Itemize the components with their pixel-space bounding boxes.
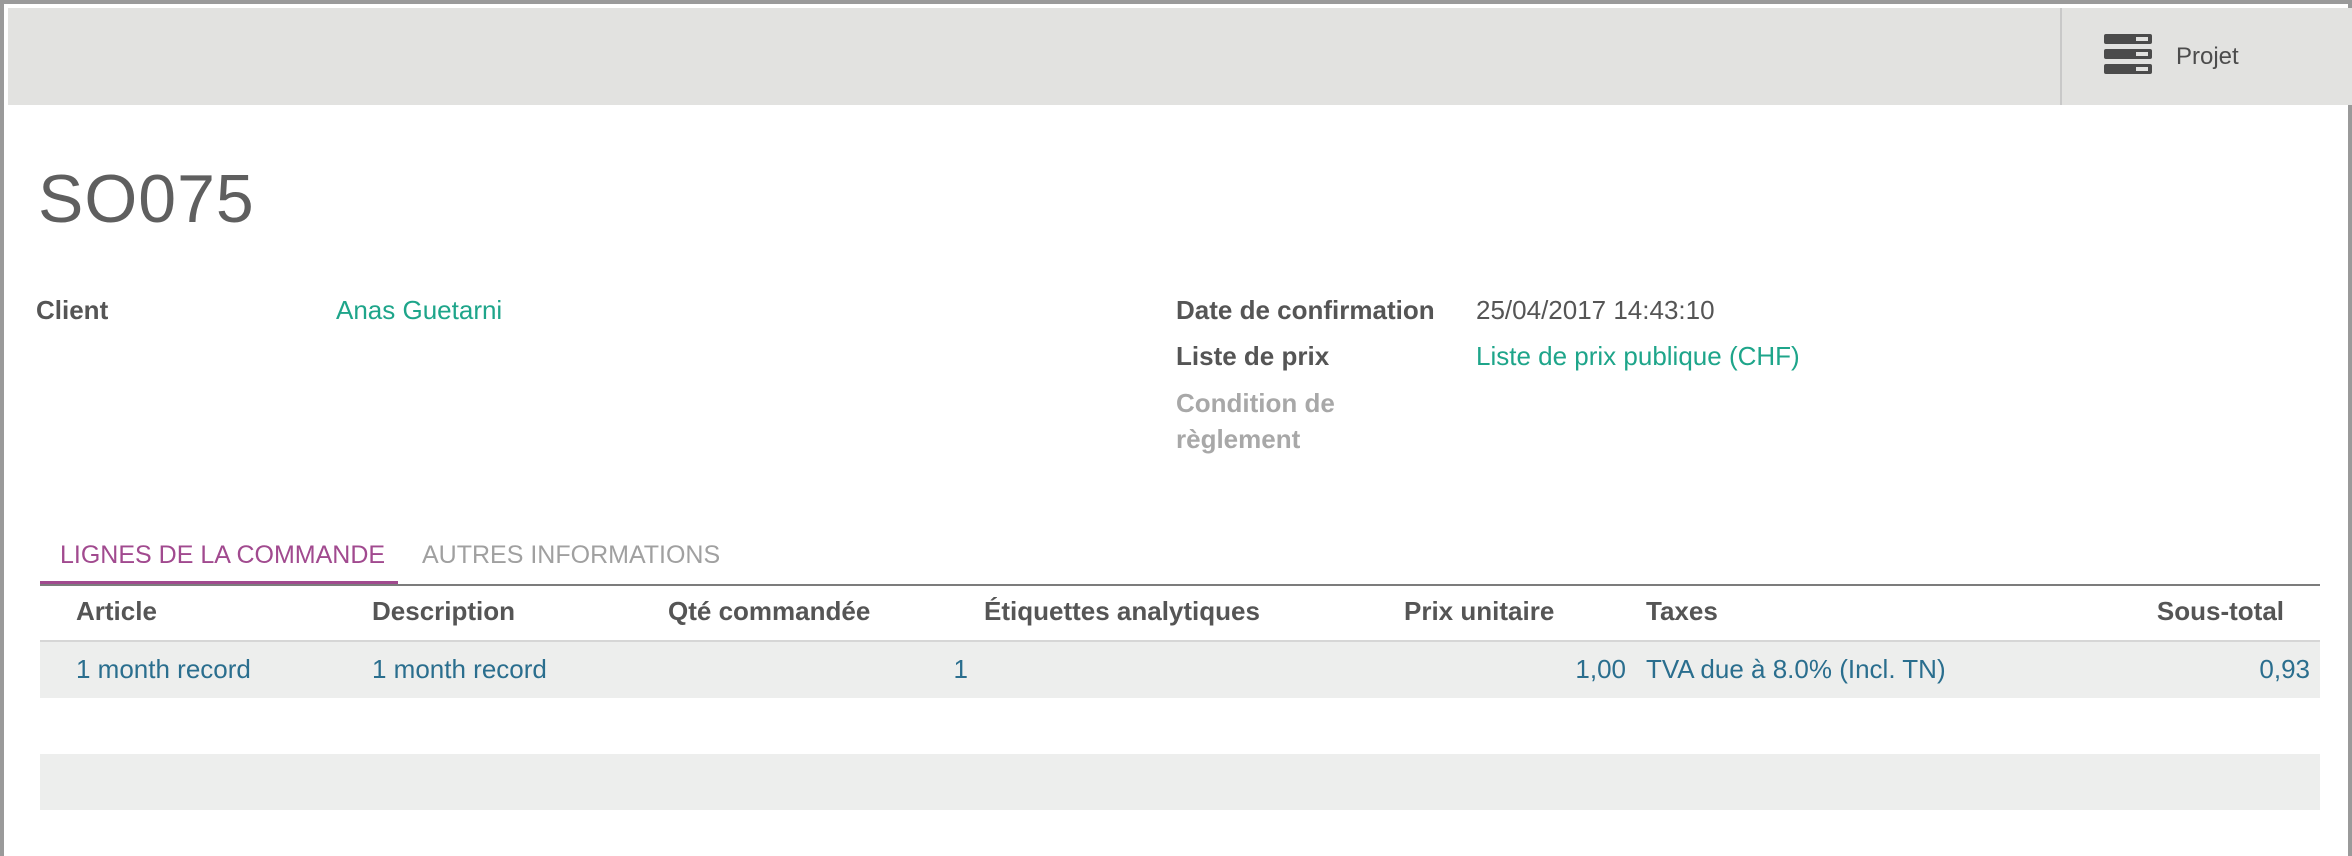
column-header-subtotal[interactable]: Sous-total [2157,596,2284,627]
table-row[interactable]: 1 month record 1 month record 1 1,00 TVA… [40,642,2320,698]
payment-terms-label-line1: Condition de [1176,388,1335,418]
column-header-description[interactable]: Description [372,596,515,627]
client-link[interactable]: Anas Guetarni [336,292,502,328]
table-header: Article Description Qté commandée Étique… [40,586,2320,642]
cell-article: 1 month record [76,654,251,684]
column-header-article[interactable]: Article [76,596,157,627]
confirmation-date-label: Date de confirmation [1176,295,1435,325]
pricelist-label: Liste de prix [1176,341,1330,371]
column-header-taxes[interactable]: Taxes [1646,596,1718,627]
project-smart-button[interactable]: Projet [2060,8,2352,105]
cell-unit-price: 1,00 [1575,654,1626,684]
column-header-quantity[interactable]: Qté commandée [668,596,870,627]
form-view: Projet SO075 Client Anas Guetarni Date d… [0,0,2352,856]
order-lines-table: Article Description Qté commandée Étique… [40,586,2320,810]
tab-order-lines[interactable]: LIGNES DE LA COMMANDE [40,530,398,584]
page-title: SO075 [38,161,255,237]
cell-subtotal: 0,93 [2259,654,2310,684]
confirmation-date-value: 25/04/2017 14:43:10 [1476,295,1715,325]
client-label: Client [36,295,109,325]
empty-table-row [40,754,2320,810]
cell-quantity: 1 [953,654,968,684]
column-header-analytic-tags[interactable]: Étiquettes analytiques [984,596,1260,627]
project-smart-button-label: Projet [2176,43,2239,70]
column-header-unit-price[interactable]: Prix unitaire [1404,596,1554,627]
tab-other-info[interactable]: AUTRES INFORMATIONS [422,530,720,584]
pricelist-link[interactable]: Liste de prix publique (CHF) [1476,338,1800,374]
payment-terms-label-line2: règlement [1176,424,1301,454]
empty-table-row [40,698,2320,754]
notebook-tabs: LIGNES DE LA COMMANDE AUTRES INFORMATION… [40,530,2320,586]
cell-description: 1 month record [372,654,547,684]
server-icon [2104,34,2152,74]
button-box-bar: Projet [8,8,2352,105]
cell-taxes: TVA due à 8.0% (Incl. TN) [1646,654,1946,684]
